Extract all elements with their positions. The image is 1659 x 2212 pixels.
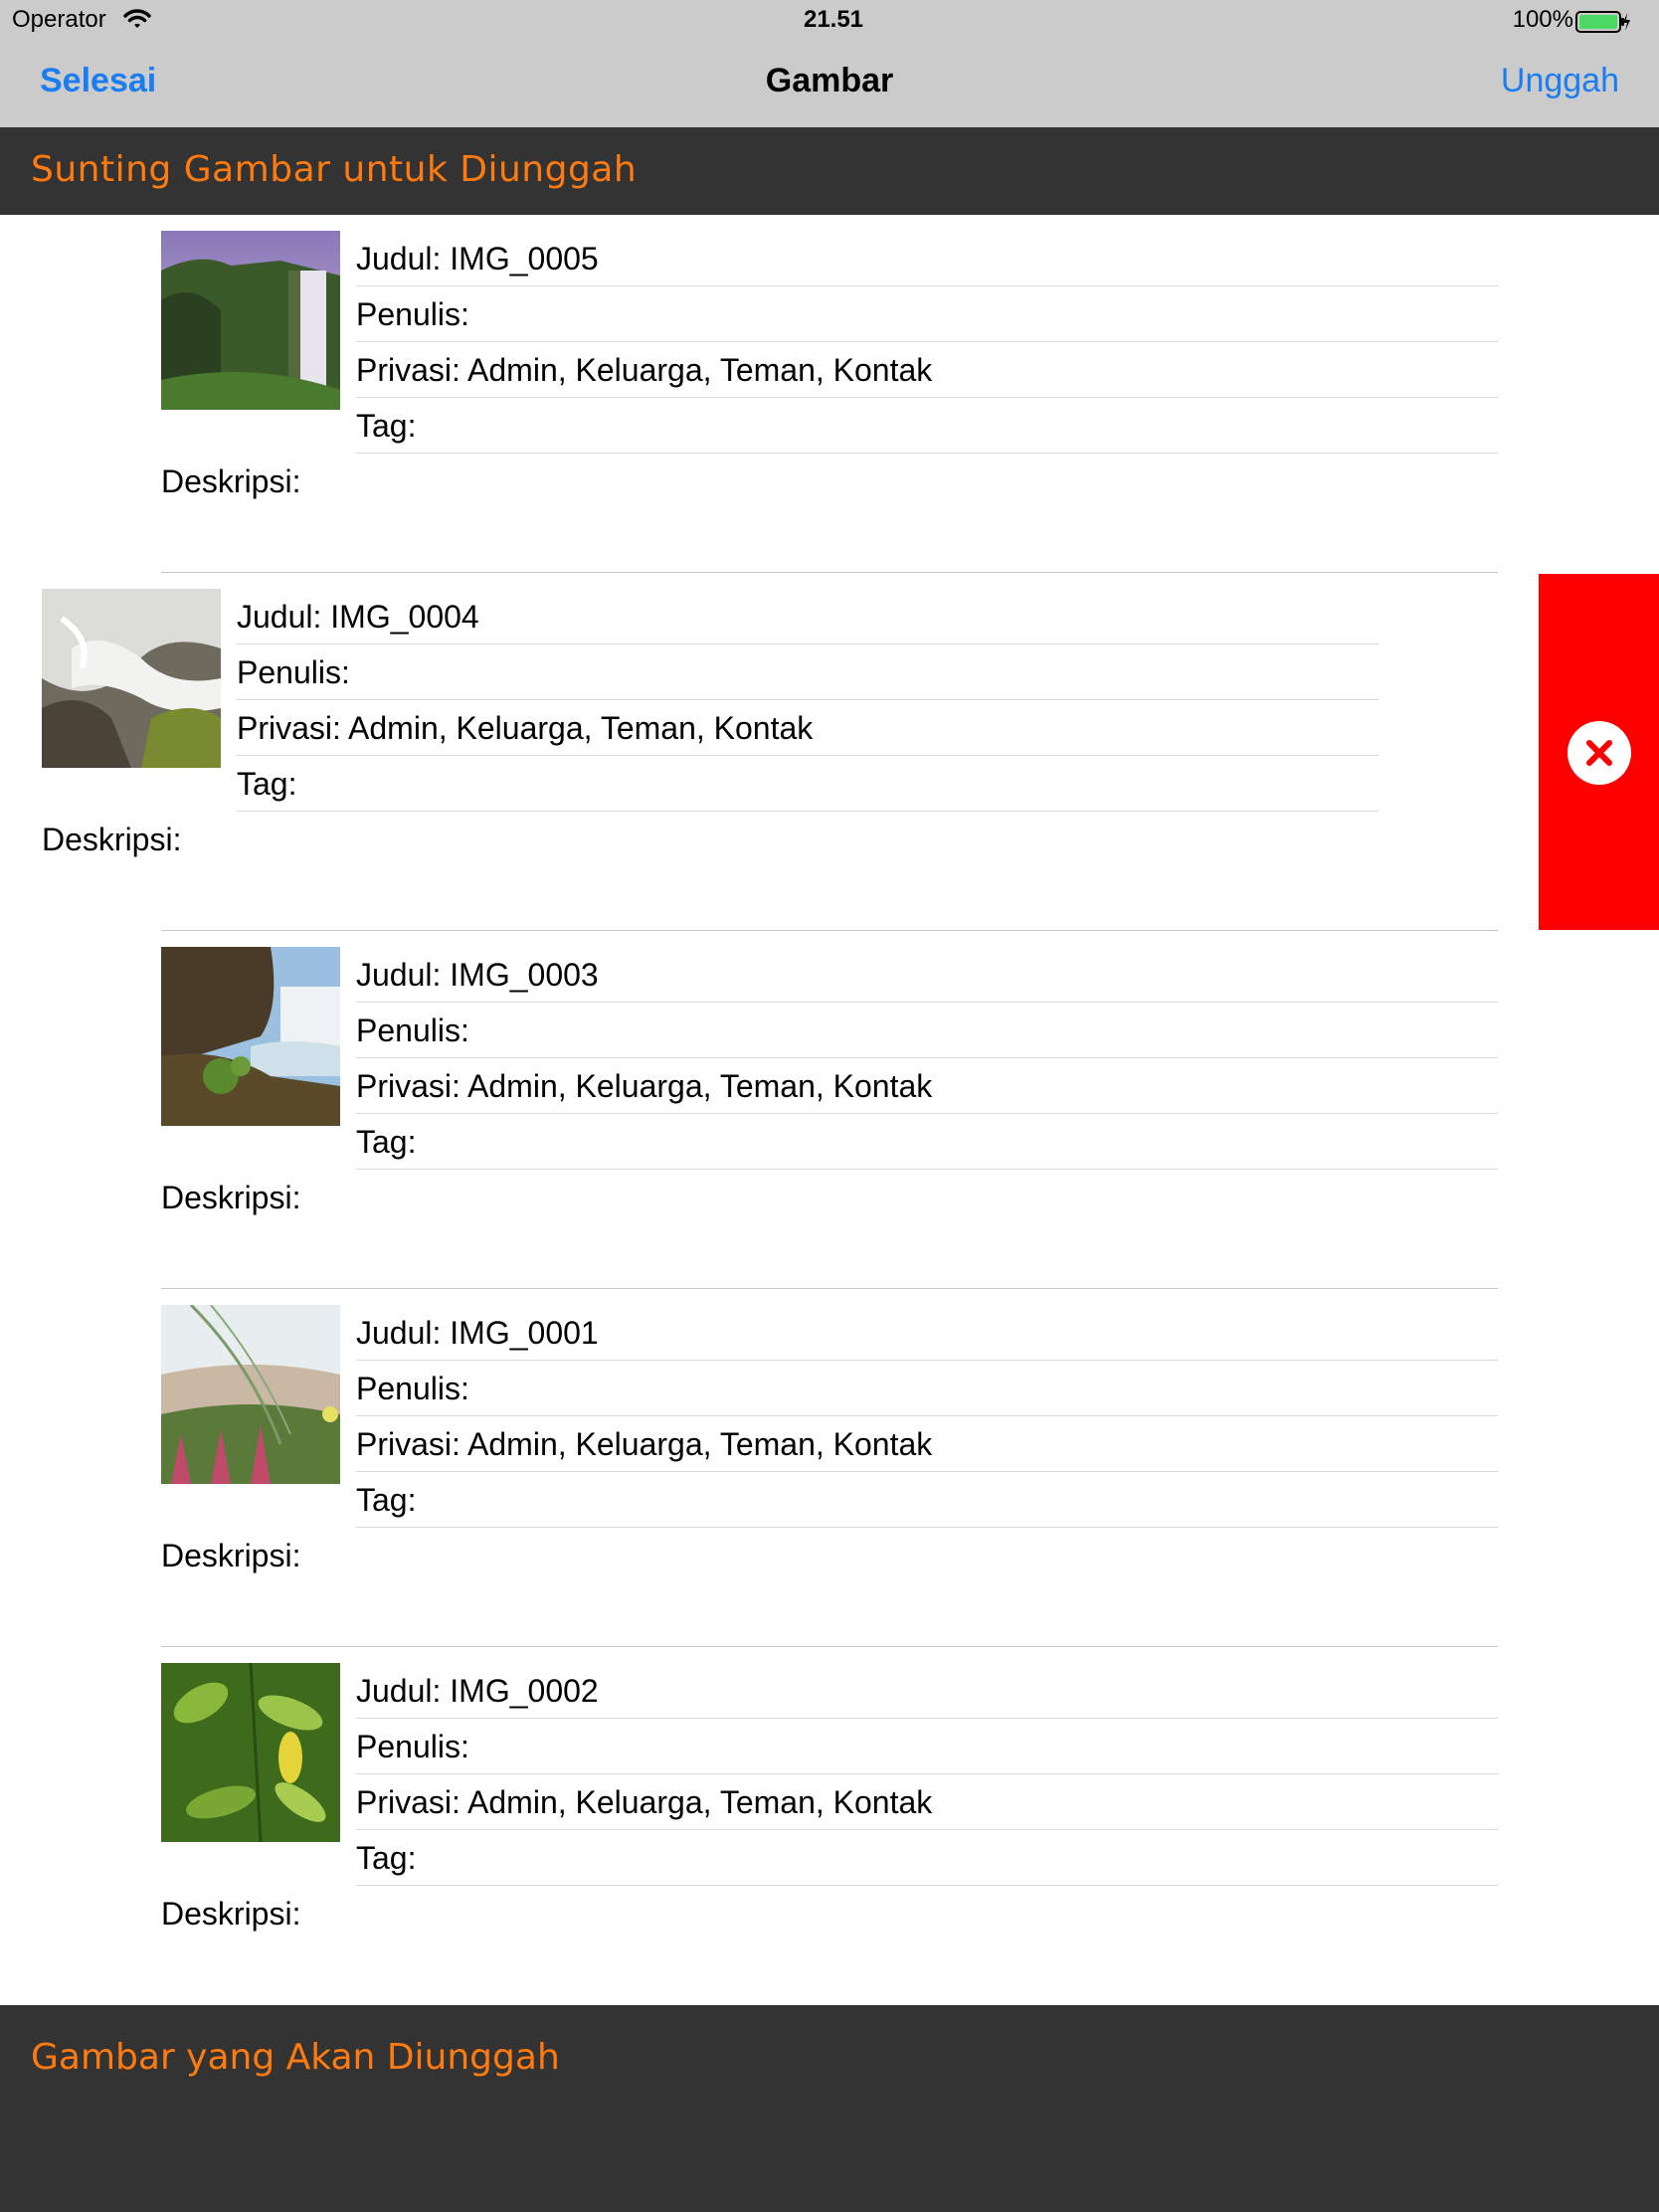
author-field[interactable]: Penulis: <box>237 645 1379 700</box>
description-field[interactable]: Deskripsi: <box>161 1528 300 1583</box>
description-field[interactable]: Deskripsi: <box>161 1886 300 1941</box>
battery-icon <box>1575 10 1631 39</box>
image-thumbnail[interactable] <box>161 1663 340 1842</box>
description-field[interactable]: Deskripsi: <box>161 454 300 509</box>
navigation-bar: Selesai Gambar Unggah <box>0 42 1659 127</box>
author-field[interactable]: Penulis: <box>356 286 1498 342</box>
tag-field[interactable]: Tag: <box>356 398 1498 454</box>
privacy-field[interactable]: Privasi: Admin, Keluarga, Teman, Kontak <box>356 342 1498 398</box>
privacy-field[interactable]: Privasi: Admin, Keluarga, Teman, Kontak <box>237 700 1379 756</box>
description-field[interactable]: Deskripsi: <box>161 1170 300 1225</box>
upload-section-title: Gambar yang Akan Diunggah <box>31 2037 560 2078</box>
privacy-field[interactable]: Privasi: Admin, Keluarga, Teman, Kontak <box>356 1058 1498 1114</box>
tag-field[interactable]: Tag: <box>356 1114 1498 1170</box>
edit-section-header: Sunting Gambar untuk Diunggah <box>0 127 1659 215</box>
delete-action-button[interactable] <box>1539 574 1659 930</box>
title-field[interactable]: Judul: IMG_0005 <box>356 231 1498 286</box>
image-card[interactable]: Judul: IMG_0003 Penulis: Privasi: Admin,… <box>0 931 1659 1289</box>
page-title: Gambar <box>765 62 894 99</box>
privacy-field[interactable]: Privasi: Admin, Keluarga, Teman, Kontak <box>356 1416 1498 1472</box>
description-field[interactable]: Deskripsi: <box>42 812 181 867</box>
tag-field[interactable]: Tag: <box>356 1472 1498 1528</box>
image-card[interactable]: Judul: IMG_0001 Penulis: Privasi: Admin,… <box>0 1289 1659 1647</box>
image-thumbnail[interactable] <box>42 589 221 768</box>
close-icon <box>1567 721 1631 785</box>
tag-field[interactable]: Tag: <box>356 1830 1498 1886</box>
battery-percentage: 100% <box>1512 6 1573 33</box>
image-thumbnail[interactable] <box>161 1305 340 1484</box>
image-thumbnail[interactable] <box>161 947 340 1126</box>
clock: 21.51 <box>803 6 864 33</box>
title-field[interactable]: Judul: IMG_0003 <box>356 947 1498 1003</box>
image-card[interactable]: Judul: IMG_0004 Penulis: Privasi: Admin,… <box>0 573 1659 931</box>
upload-queue-panel: Gambar yang Akan Diunggah <box>0 2005 1659 2212</box>
status-bar: Operator 21.51 100% <box>0 0 1659 42</box>
title-field[interactable]: Judul: IMG_0001 <box>356 1305 1498 1361</box>
image-thumbnail[interactable] <box>161 231 340 410</box>
title-field[interactable]: Judul: IMG_0002 <box>356 1663 1498 1719</box>
privacy-field[interactable]: Privasi: Admin, Keluarga, Teman, Kontak <box>356 1774 1498 1830</box>
author-field[interactable]: Penulis: <box>356 1003 1498 1058</box>
edit-section-title: Sunting Gambar untuk Diunggah <box>31 149 638 190</box>
title-field[interactable]: Judul: IMG_0004 <box>237 589 1379 645</box>
upload-button[interactable]: Unggah <box>1501 62 1619 100</box>
image-card[interactable]: Judul: IMG_0005 Penulis: Privasi: Admin,… <box>0 215 1659 573</box>
image-card[interactable]: Judul: IMG_0002 Penulis: Privasi: Admin,… <box>0 1647 1659 2005</box>
author-field[interactable]: Penulis: <box>356 1361 1498 1416</box>
tag-field[interactable]: Tag: <box>237 756 1379 812</box>
author-field[interactable]: Penulis: <box>356 1719 1498 1774</box>
